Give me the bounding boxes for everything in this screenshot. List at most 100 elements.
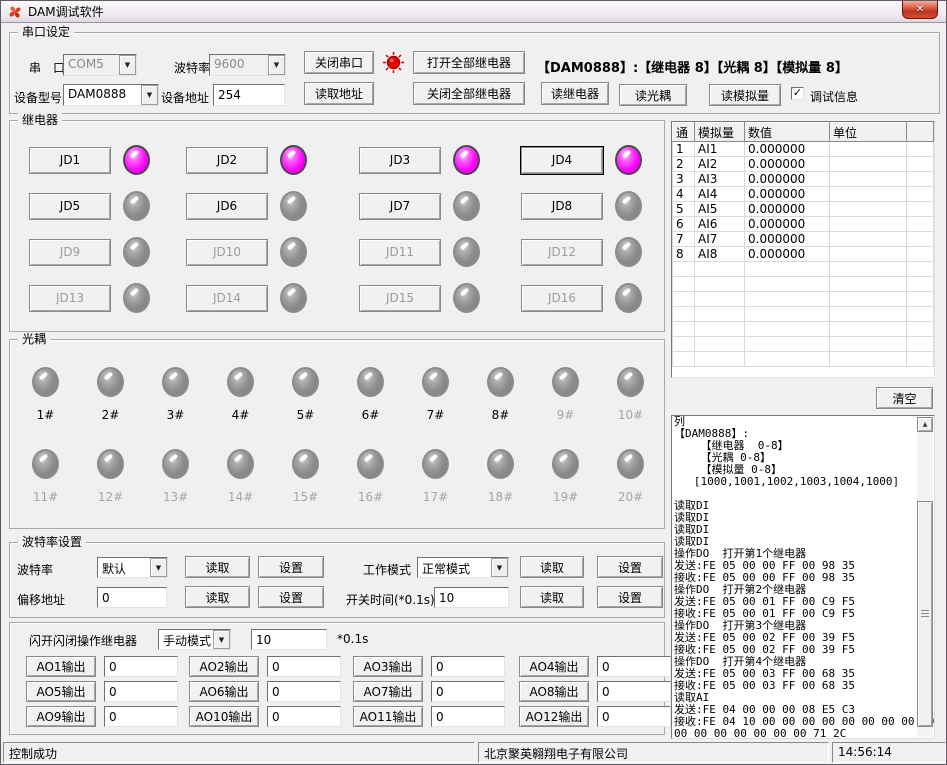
relay-cell: JD3 bbox=[341, 145, 503, 175]
baud-set-button[interactable]: 设置 bbox=[258, 556, 324, 578]
opto-label-10: 10# bbox=[618, 408, 643, 422]
offset-addr-input[interactable] bbox=[97, 587, 167, 608]
relay-button-jd1[interactable]: JD1 bbox=[29, 147, 111, 174]
work-mode-set-button[interactable]: 设置 bbox=[597, 556, 663, 578]
relay-button-jd7[interactable]: JD7 bbox=[359, 193, 441, 220]
flash-mode-combo[interactable]: 手动模式 bbox=[158, 629, 231, 650]
opto-led-2 bbox=[97, 367, 124, 397]
output-button-8[interactable]: AO8输出 bbox=[519, 681, 589, 702]
table-cell: 0.000000 bbox=[745, 187, 830, 202]
table-cell bbox=[907, 247, 934, 262]
relay-button-jd2[interactable]: JD2 bbox=[186, 147, 268, 174]
table-cell bbox=[695, 352, 745, 367]
open-all-relays-button[interactable]: 打开全部继电器 bbox=[413, 51, 525, 74]
scroll-up-icon[interactable] bbox=[917, 417, 933, 432]
chevron-down-icon[interactable] bbox=[491, 558, 508, 577]
baud-read-button[interactable]: 读取 bbox=[185, 556, 250, 578]
table-cell: 3 bbox=[673, 172, 695, 187]
output-button-9[interactable]: AO9输出 bbox=[26, 706, 96, 727]
switch-time-read-button[interactable]: 读取 bbox=[520, 586, 584, 608]
table-row: 4AI40.000000 bbox=[673, 187, 934, 202]
baud-set-combo[interactable]: 默认 bbox=[97, 557, 168, 578]
table-header: 单位 bbox=[830, 123, 907, 142]
relay-button-jd3[interactable]: JD3 bbox=[359, 147, 441, 174]
output-button-7[interactable]: AO7输出 bbox=[353, 681, 423, 702]
opto-led-15 bbox=[292, 449, 319, 479]
relay-button-jd5[interactable]: JD5 bbox=[29, 193, 111, 220]
scrollbar-thumb[interactable] bbox=[917, 501, 933, 727]
relay-button-jd13[interactable]: JD13 bbox=[29, 285, 111, 312]
opto-led-10 bbox=[617, 367, 644, 397]
table-cell: 0.000000 bbox=[745, 232, 830, 247]
output-button-4[interactable]: AO4输出 bbox=[519, 656, 589, 677]
work-mode-read-button[interactable]: 读取 bbox=[520, 556, 584, 578]
table-cell: AI7 bbox=[695, 232, 745, 247]
relay-button-jd6[interactable]: JD6 bbox=[186, 193, 268, 220]
output-button-2[interactable]: AO2输出 bbox=[189, 656, 259, 677]
flash-time-input[interactable] bbox=[251, 629, 327, 650]
table-cell bbox=[673, 322, 695, 337]
table-cell bbox=[907, 352, 934, 367]
relay-button-jd15[interactable]: JD15 bbox=[359, 285, 441, 312]
relay-button-jd9[interactable]: JD9 bbox=[29, 239, 111, 266]
log-box[interactable]: 列 【DAM0888】: 【继电器 0-8】 【光耦 0-8】 【模拟量 0-8… bbox=[671, 415, 935, 739]
output-input-9[interactable] bbox=[104, 706, 178, 727]
output-input-4[interactable] bbox=[597, 656, 671, 677]
device-addr-input[interactable] bbox=[213, 84, 285, 106]
relay-cell: JD9 bbox=[11, 237, 168, 267]
status-company: 北京聚英翱翔电子有限公司 bbox=[478, 742, 829, 763]
chevron-down-icon[interactable] bbox=[213, 630, 230, 649]
opto-led-3 bbox=[162, 367, 189, 397]
relay-button-jd14[interactable]: JD14 bbox=[186, 285, 268, 312]
read-analog-button[interactable]: 读模拟量 bbox=[709, 84, 781, 106]
read-opto-button[interactable]: 读光耦 bbox=[619, 84, 687, 106]
output-button-5[interactable]: AO5输出 bbox=[26, 681, 96, 702]
output-input-7[interactable] bbox=[431, 681, 505, 702]
output-button-3[interactable]: AO3输出 bbox=[353, 656, 423, 677]
switch-time-input[interactable] bbox=[434, 587, 509, 608]
close-serial-button[interactable]: 关闭串口 bbox=[304, 51, 374, 74]
table-cell bbox=[830, 157, 907, 172]
read-relay-button[interactable]: 读继电器 bbox=[541, 82, 609, 105]
output-button-12[interactable]: AO12输出 bbox=[519, 706, 589, 727]
close-all-relays-button[interactable]: 关闭全部继电器 bbox=[413, 82, 525, 105]
clear-log-button[interactable]: 清空 bbox=[876, 387, 933, 409]
relay-button-jd4[interactable]: JD4 bbox=[521, 147, 603, 174]
output-input-10[interactable] bbox=[267, 706, 341, 727]
relay-button-jd12[interactable]: JD12 bbox=[521, 239, 603, 266]
output-input-3[interactable] bbox=[431, 656, 505, 677]
offset-read-button[interactable]: 读取 bbox=[185, 586, 250, 608]
device-model-combo[interactable]: DAM0888 bbox=[63, 84, 159, 106]
output-input-5[interactable] bbox=[104, 681, 178, 702]
output-input-11[interactable] bbox=[431, 706, 505, 727]
output-input-1[interactable] bbox=[104, 656, 178, 677]
relay-button-jd16[interactable]: JD16 bbox=[521, 285, 603, 312]
debug-info-checkbox[interactable] bbox=[791, 87, 804, 100]
output-input-8[interactable] bbox=[597, 681, 671, 702]
table-cell bbox=[830, 187, 907, 202]
opto-label-13: 13# bbox=[163, 490, 188, 504]
work-mode-combo[interactable]: 正常模式 bbox=[417, 557, 509, 578]
log-scrollbar[interactable] bbox=[917, 417, 933, 737]
read-addr-button[interactable]: 读取地址 bbox=[304, 82, 374, 105]
chevron-down-icon[interactable] bbox=[150, 558, 167, 577]
offset-set-button[interactable]: 设置 bbox=[258, 586, 324, 608]
switch-time-set-button[interactable]: 设置 bbox=[597, 586, 663, 608]
relay-button-jd10[interactable]: JD10 bbox=[186, 239, 268, 266]
chevron-down-icon[interactable] bbox=[141, 85, 158, 105]
relay-button-jd8[interactable]: JD8 bbox=[521, 193, 603, 220]
output-button-1[interactable]: AO1输出 bbox=[26, 656, 96, 677]
window-title: DAM调试软件 bbox=[28, 3, 104, 20]
output-input-12[interactable] bbox=[597, 706, 671, 727]
opto-cell: 13# bbox=[143, 449, 208, 531]
output-button-6[interactable]: AO6输出 bbox=[189, 681, 259, 702]
close-button[interactable]: ✕ bbox=[902, 1, 938, 19]
opto-led-14 bbox=[227, 449, 254, 479]
opto-cell: 14# bbox=[208, 449, 273, 531]
output-button-10[interactable]: AO10输出 bbox=[189, 706, 259, 727]
output-input-6[interactable] bbox=[267, 681, 341, 702]
output-button-11[interactable]: AO11输出 bbox=[353, 706, 423, 727]
output-input-2[interactable] bbox=[267, 656, 341, 677]
app-logo-icon bbox=[7, 4, 23, 20]
relay-button-jd11[interactable]: JD11 bbox=[359, 239, 441, 266]
